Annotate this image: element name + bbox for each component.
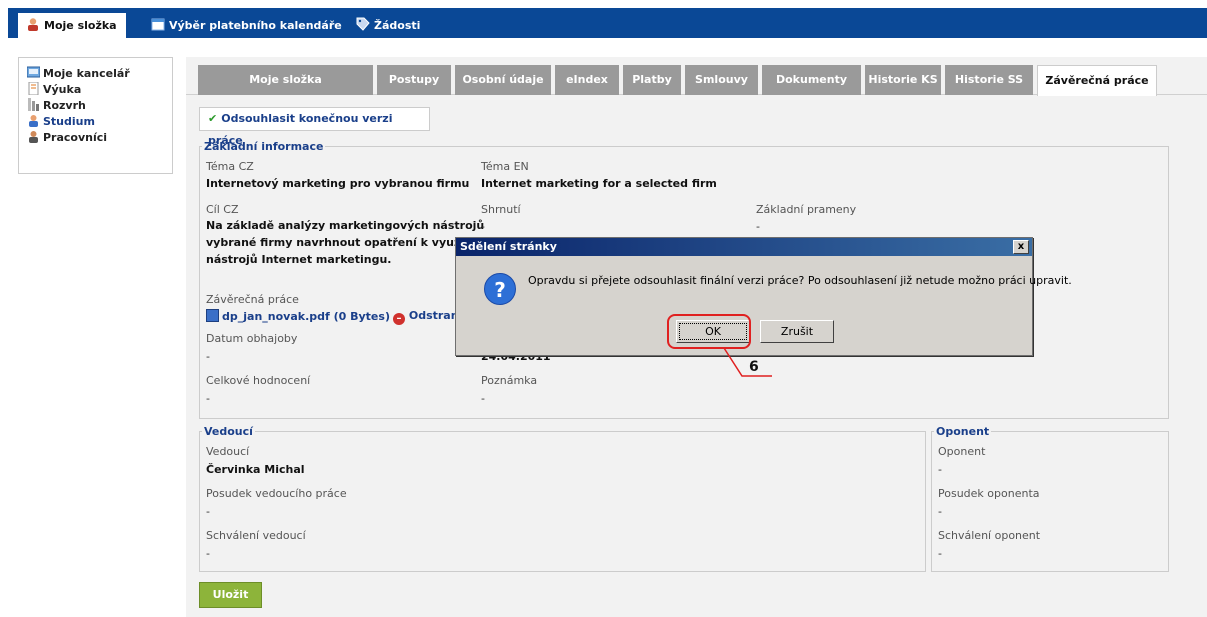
supervisor-name: Červinka Michal (206, 463, 305, 476)
toptab-label: Moje složka (44, 19, 117, 32)
prameny-label: Základní prameny (756, 203, 857, 216)
toptab-zadosti[interactable]: Žádosti (352, 13, 420, 38)
toptab-label: Žádosti (374, 19, 421, 32)
datum-obhajoby-value: - (206, 350, 210, 363)
sidebar-item-studium[interactable]: Studium (27, 114, 172, 130)
sidebar: Moje kancelář Výuka Rozvrh Studium Praco… (18, 57, 173, 174)
tab-historie-ks[interactable]: Historie KS (865, 65, 941, 95)
annotation-highlight-oval (667, 314, 751, 349)
poznamka-value: - (481, 392, 485, 405)
book-icon (27, 81, 40, 96)
sidebar-item-label: Studium (43, 115, 95, 128)
opponent-approval-label: Schválení oponent (938, 529, 1041, 542)
thesis-file-link[interactable]: dp_jan_novak.pdf (0 Bytes) (206, 309, 390, 323)
cil-value-line-3: nástrojů Internet marketingu. (206, 253, 392, 266)
opponent-name: - (938, 463, 942, 476)
dialog-title: Sdělení stránky (456, 238, 1032, 256)
student-icon (27, 114, 40, 127)
cil-value-line-2: vybrané firmy navrhnout opatření k využi… (206, 236, 474, 249)
supervisor-legend: Vedoucí (204, 425, 253, 438)
staff-icon (27, 130, 40, 143)
tab-zaverecna-prace[interactable]: Závěrečná práce (1037, 65, 1157, 96)
floppy-disk-icon (206, 309, 219, 322)
tag-icon (356, 15, 370, 31)
supervisor-review-label: Posudek vedoucího práce (206, 487, 347, 500)
cancel-button[interactable]: Zrušit (760, 320, 834, 343)
sidebar-item-vyuka[interactable]: Výuka (27, 81, 172, 98)
schedule-icon (27, 98, 40, 111)
sidebar-item-label: Pracovníci (43, 131, 108, 144)
supervisor-label: Vedoucí (206, 445, 250, 458)
toptab-moje-slozka[interactable]: Moje složka (18, 13, 126, 38)
opponent-approval-value: - (938, 547, 942, 560)
poznamka-label: Poznámka (481, 374, 538, 387)
dialog-close-button[interactable]: x (1013, 240, 1029, 254)
basic-info-legend: Základní informace (204, 140, 324, 153)
save-button[interactable]: Uložit (199, 582, 262, 608)
supervisor-approval-label: Schválení vedoucí (206, 529, 306, 542)
hodnoceni-value: - (206, 392, 210, 405)
shrnuti-label: Shrnutí (481, 203, 521, 216)
tab-dokumenty[interactable]: Dokumenty (762, 65, 861, 95)
opponent-legend: Oponent (936, 425, 990, 438)
opponent-review-label: Posudek oponenta (938, 487, 1040, 500)
dialog-message: Opravdu si přejete odsouhlasit finální v… (528, 274, 1072, 287)
tab-historie-ss[interactable]: Historie SS (945, 65, 1033, 95)
sidebar-item-moje-kancelar[interactable]: Moje kancelář (26, 66, 172, 82)
tab-eindex[interactable]: eIndex (555, 65, 619, 95)
sidebar-item-label: Rozvrh (43, 99, 86, 112)
tab-platby[interactable]: Platby (623, 65, 681, 95)
opponent-review-value: - (938, 505, 942, 518)
tema-en-label: Téma EN (481, 160, 529, 173)
cil-value-line-1: Na základě analýzy marketingových nástro… (206, 219, 485, 232)
hodnoceni-label: Celkové hodnocení (206, 374, 311, 387)
cil-label: Cíl CZ (206, 203, 239, 216)
tema-en-value: Internet marketing for a selected firm (481, 177, 717, 190)
toptab-vyber-kalendare[interactable]: Výběr platebního kalendáře (147, 13, 342, 38)
tema-cz-label: Téma CZ (206, 160, 254, 173)
supervisor-approval-value: - (206, 547, 210, 560)
opponent-label: Oponent (938, 445, 986, 458)
tab-moje-slozka[interactable]: Moje složka (198, 65, 373, 95)
sidebar-item-rozvrh[interactable]: Rozvrh (27, 98, 172, 114)
prameny-value: - (756, 220, 760, 233)
calendar-icon (151, 15, 165, 31)
sidebar-item-pracovnici[interactable]: Pracovníci (27, 130, 172, 146)
sidebar-item-label: Moje kancelář (43, 67, 130, 80)
remove-icon: – (393, 313, 405, 325)
tab-smlouvy[interactable]: Smlouvy (685, 65, 758, 95)
toptab-label: Výběr platebního kalendáře (169, 19, 342, 32)
question-icon: ? (484, 273, 516, 305)
top-navigation: Moje složka Výběr platebního kalendáře Ž… (0, 0, 1207, 38)
thesis-file-name: dp_jan_novak.pdf (0 Bytes) (222, 310, 390, 323)
annotation-step-number: 6 (749, 359, 759, 375)
sidebar-item-label: Výuka (43, 83, 82, 96)
user-icon (26, 15, 40, 31)
checkmark-icon: ✔ (208, 112, 218, 125)
shrnuti-value: - (481, 220, 485, 233)
datum-obhajoby-label: Datum obhajoby (206, 332, 298, 345)
supervisor-review-value: - (206, 505, 210, 518)
zaverecna-prace-label: Závěrečná práce (206, 293, 299, 306)
office-icon (26, 66, 41, 79)
approve-final-version-button[interactable]: ✔ Odsouhlasit konečnou verzi práce (199, 107, 430, 147)
tema-cz-value: Internetový marketing pro vybranou firmu (206, 177, 470, 190)
tab-osobni-udaje[interactable]: Osobní údaje (455, 65, 551, 95)
tab-postupy[interactable]: Postupy (377, 65, 451, 95)
